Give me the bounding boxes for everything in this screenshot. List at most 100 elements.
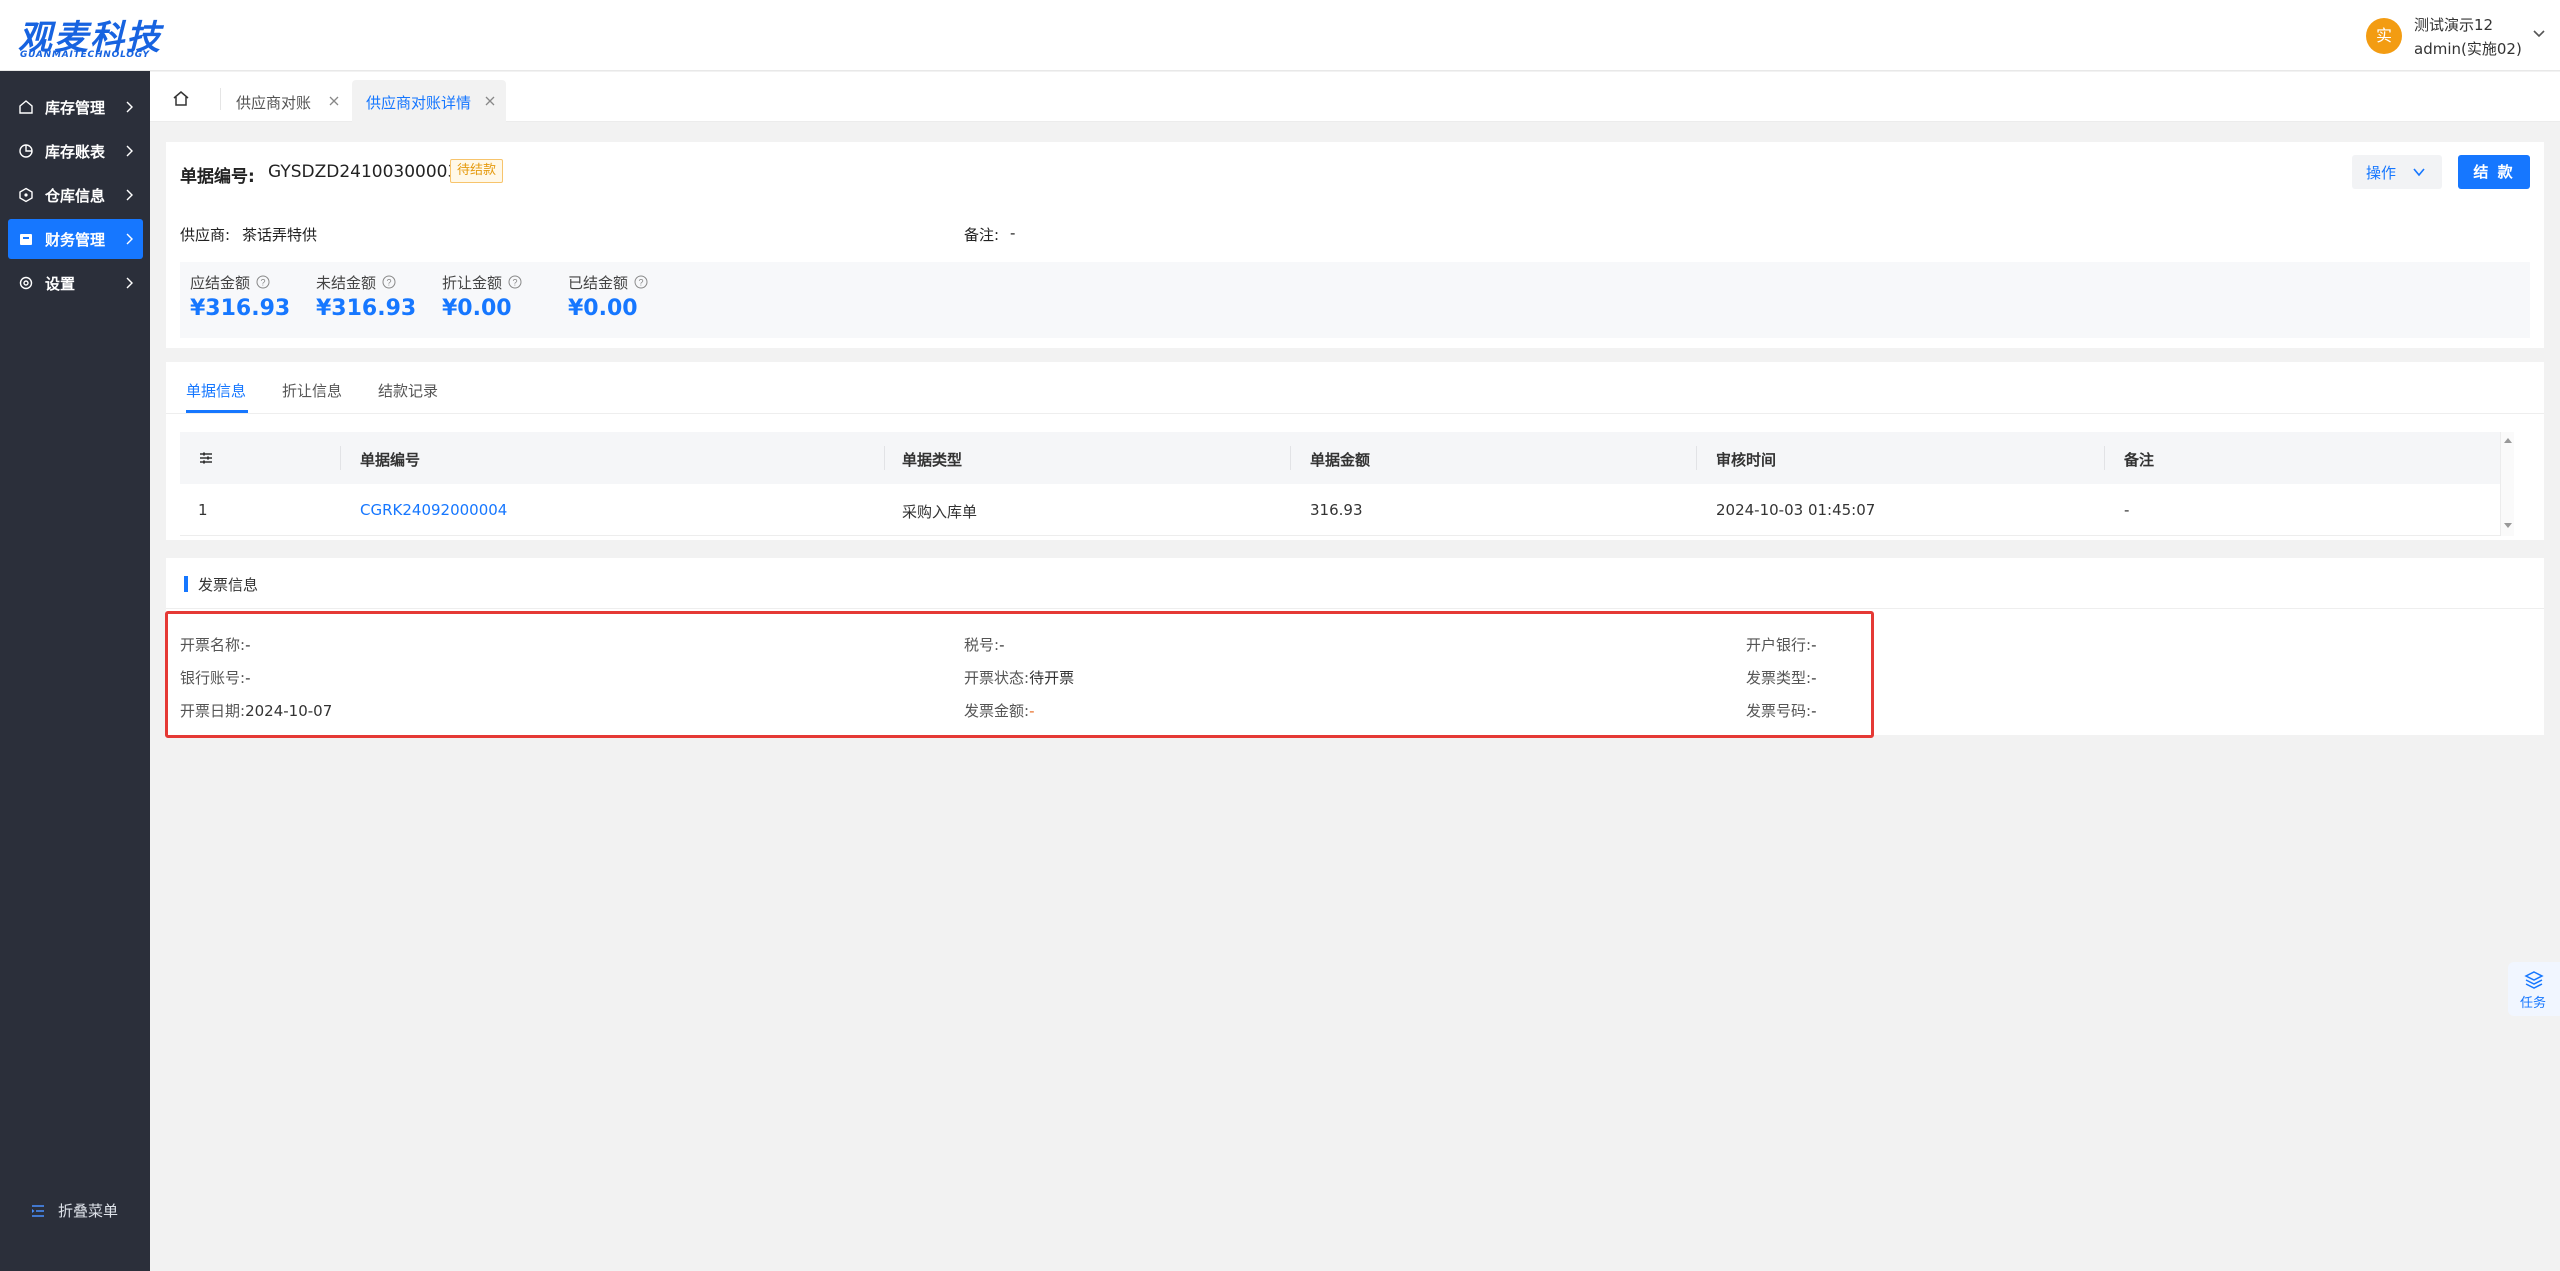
bank-account-field: 银行账号:- [180,667,250,688]
home-icon[interactable] [172,90,190,108]
settle-button[interactable]: 结 款 [2458,155,2530,189]
tab-supplier-reconciliation[interactable]: 供应商对账 [222,80,350,122]
help-icon[interactable]: ? [382,275,396,289]
sidebar-item-label: 库存管理 [45,99,106,117]
sidebar-item-finance[interactable]: 财务管理 [8,219,143,259]
invoice-amount-field: 发票金额:- [964,700,1034,721]
help-icon[interactable]: ? [508,275,522,289]
amount-label: 应结金额 [190,274,251,292]
amount-label: 折让金额 [442,274,503,292]
doc-number-label: 单据编号: [180,167,255,187]
remark-value: - [1010,224,1016,242]
operation-dropdown-button[interactable]: 操作 [2352,155,2442,189]
amount-label: 未结金额 [316,274,377,292]
field-value: - [1811,702,1817,720]
tab-discount-info[interactable]: 折让信息 [282,380,342,401]
field-value: - [245,636,251,654]
amount-value: ¥316.93 [316,296,417,321]
amount-value: ¥0.00 [568,296,638,321]
amount-value: ¥0.00 [442,296,512,321]
collapse-menu-button[interactable]: 折叠菜单 [30,1199,140,1223]
sidebar: 库存管理 库存账表 仓库信息 财务管理 设置 折叠菜单 [0,71,150,1271]
operation-label: 操作 [2366,164,2397,182]
column-settings-icon[interactable] [198,450,214,466]
column-divider [1290,446,1291,470]
user-role: admin(实施02) [2414,40,2522,58]
doc-type-cell: 采购入库单 [902,503,978,521]
table-header: 单据编号 单据类型 单据金额 审核时间 备注 [180,432,2514,484]
user-name: 测试演示12 [2414,16,2494,34]
column-header-doc-no: 单据编号 [360,451,421,469]
field-label: 税号: [964,636,1000,654]
field-label: 银行账号: [180,669,246,687]
field-label: 开票名称: [180,636,246,654]
tab-document-info[interactable]: 单据信息 [186,380,246,401]
scroll-down-icon[interactable] [2503,522,2513,530]
document-tabs-card: 单据信息 折让信息 结款记录 单据编号 单据类型 单据金额 审核时间 备注 1 … [166,362,2544,540]
sidebar-item-settings[interactable]: 设置 [8,263,143,303]
wallet-icon [20,234,32,245]
amount-discount: 折让金额 ? ¥0.00 [442,272,552,332]
column-header-audit-time: 审核时间 [1716,451,1777,469]
field-label: 发票类型: [1746,669,1812,687]
close-icon[interactable] [328,95,340,107]
doc-number-link[interactable]: CGRK24092000004 [360,501,507,519]
layers-icon [2524,971,2544,989]
task-widget[interactable]: 任务 [2508,962,2560,1016]
chevron-right-icon [126,145,133,157]
column-divider [1696,446,1697,470]
gear-icon [19,276,33,290]
chevron-down-icon[interactable] [2532,26,2546,40]
invoice-date-field: 开票日期:2024-10-07 [180,700,332,721]
column-header-amount: 单据金额 [1310,451,1371,469]
sidebar-item-warehouse[interactable]: 仓库信息 [8,175,143,215]
amount-label: 已结金额 [568,274,629,292]
sidebar-item-label: 库存账表 [45,143,106,161]
table-row[interactable]: 1 CGRK24092000004 采购入库单 316.93 2024-10-0… [180,484,2514,536]
svg-text:?: ? [638,278,643,288]
field-label: 发票金额: [964,702,1030,720]
sidebar-item-inventory-report[interactable]: 库存账表 [8,131,143,171]
brand-logo[interactable]: 观麦科技 GUANMAITECHNOLOGY [18,10,168,60]
invoice-info-card: 发票信息 开票名称:- 税号:- 开户银行:- 银行账号:- 开票状态:待开票 … [166,558,2544,735]
tab-supplier-reconciliation-detail[interactable]: 供应商对账详情 [352,80,506,122]
tax-number-field: 税号:- [964,634,1004,655]
help-icon[interactable]: ? [634,275,648,289]
table-scrollbar[interactable] [2500,432,2514,536]
close-icon[interactable] [484,95,496,107]
svg-text:?: ? [260,278,265,288]
box-icon [19,187,33,203]
task-label: 任务 [2520,996,2547,1011]
home-icon [19,100,33,114]
avatar[interactable]: 实 [2366,18,2402,54]
chevron-right-icon [126,233,133,245]
pie-chart-icon [19,144,33,158]
menu-fold-icon [32,1205,44,1217]
field-value: 2024-10-07 [245,702,333,720]
document-table: 单据编号 单据类型 单据金额 审核时间 备注 1 CGRK24092000004… [180,432,2514,536]
tab-label: 供应商对账 [236,94,312,112]
status-badge: 待结款 [450,159,504,183]
sidebar-item-label: 财务管理 [45,231,106,249]
column-divider [884,446,885,470]
top-header: 观麦科技 GUANMAITECHNOLOGY 实 测试演示12 admin(实施… [0,0,2560,71]
user-menu[interactable]: 实 测试演示12 admin(实施02) [2366,12,2546,58]
field-label: 开票日期: [180,702,246,720]
doc-number-value: GYSDZD24100300003 [268,162,459,182]
sidebar-item-inventory[interactable]: 库存管理 [8,87,143,127]
tab-settlement-records[interactable]: 结款记录 [378,380,438,401]
invoice-name-field: 开票名称:- [180,634,250,655]
tab-label: 供应商对账详情 [366,94,472,112]
help-icon[interactable]: ? [256,275,270,289]
svg-text:?: ? [512,278,517,288]
reconciliation-summary-card: 单据编号: GYSDZD24100300003 待结款 操作 结 款 供应商: … [166,142,2544,348]
scroll-up-icon[interactable] [2503,436,2513,444]
remark-cell: - [2124,501,2130,519]
field-label: 开票状态: [964,669,1030,687]
field-label: 开户银行: [1746,636,1812,654]
section-marker [184,576,188,592]
chevron-down-icon [2413,168,2425,177]
amount-unsettled: 未结金额 ? ¥316.93 [316,272,426,332]
tab-divider [220,88,221,110]
chevron-right-icon [126,189,133,201]
